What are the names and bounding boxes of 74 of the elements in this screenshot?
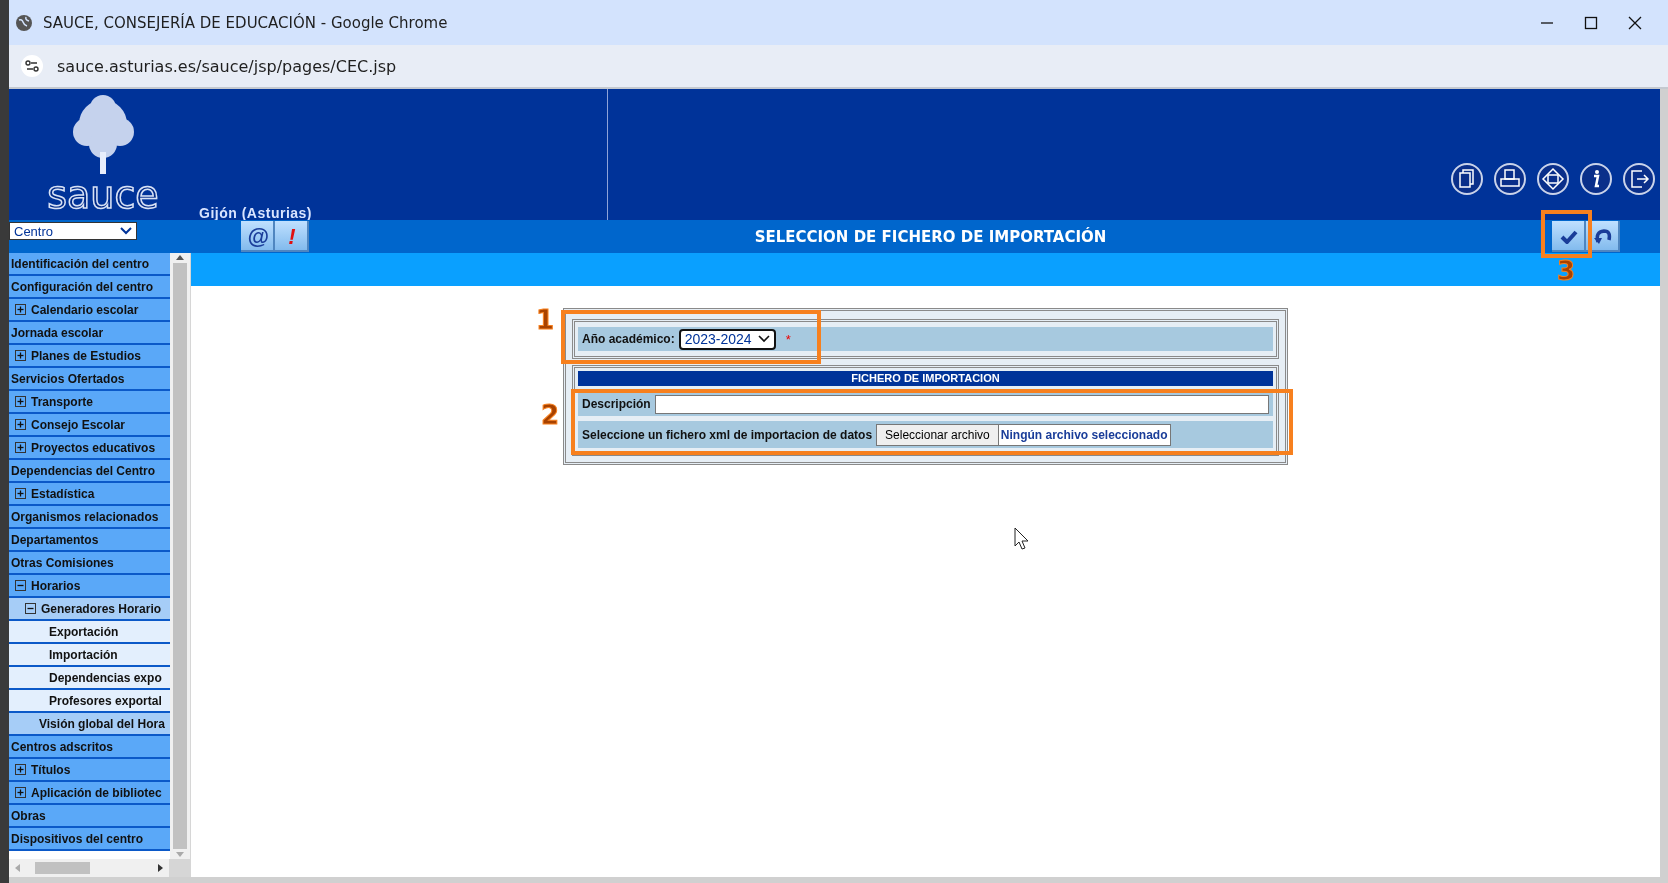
documents-icon[interactable] — [1450, 162, 1484, 196]
sidebar-item[interactable]: Generadores Horario — [9, 598, 170, 621]
required-mark: * — [785, 331, 791, 347]
expand-icon[interactable] — [15, 488, 26, 499]
sidebar-item[interactable]: Calendario escolar — [9, 299, 170, 322]
window-title: SAUCE, CONSEJERÍA DE EDUCACIÓN - Google Chrome — [43, 13, 449, 32]
sidebar-item[interactable]: Otras Comisiones — [9, 552, 170, 575]
print-icon[interactable] — [1493, 162, 1527, 196]
sidebar-item[interactable]: Exportación — [9, 621, 170, 644]
sidebar-item[interactable]: Horarios — [9, 575, 170, 598]
logo: sauce — [47, 176, 159, 214]
sidebar-item[interactable]: Transporte — [9, 391, 170, 414]
cursor-icon — [1014, 527, 1030, 551]
sidebar-item[interactable]: Importación — [9, 644, 170, 667]
site-settings-icon[interactable] — [21, 55, 43, 77]
sidebar-item[interactable]: Dependencias expo — [9, 667, 170, 690]
sidebar-item[interactable]: Títulos — [9, 759, 170, 782]
scrollbar[interactable] — [170, 253, 190, 859]
horizontal-scrollbar[interactable] — [9, 859, 169, 877]
sidebar-item[interactable]: Centros adscritos — [9, 736, 170, 759]
section-title: FICHERO DE IMPORTACION — [578, 371, 1273, 386]
chevron-icon — [757, 335, 770, 343]
field-label: Año académico: — [582, 332, 675, 346]
annotation-box — [1541, 210, 1592, 258]
sidebar-item[interactable]: Estadística — [9, 483, 170, 506]
page-title: SELECCION DE FICHERO DE IMPORTACIÓN — [753, 227, 1108, 246]
maximize-icon[interactable] — [1584, 15, 1598, 30]
sidebar-item[interactable]: Obras — [9, 805, 170, 828]
sidebar-item[interactable]: Identificación del centro — [9, 253, 170, 276]
sidebar-item[interactable]: Departamentos — [9, 529, 170, 552]
section-select[interactable]: Centro — [9, 222, 137, 240]
sidebar-item[interactable]: Dispositivos del centro — [9, 828, 170, 851]
expand-icon[interactable] — [15, 442, 26, 453]
check-icon — [1560, 229, 1578, 244]
year-select[interactable]: 2023-2024 — [678, 328, 776, 350]
exit-icon[interactable] — [1622, 162, 1656, 196]
expand-icon[interactable] — [15, 350, 26, 361]
sidebar-item[interactable]: Consejo Escolar — [9, 414, 170, 437]
sidebar-item[interactable]: Aplicación de bibliotec — [9, 782, 170, 805]
undo-icon — [1593, 227, 1613, 246]
collapse-icon[interactable] — [25, 603, 36, 614]
annotation-number: 1 — [536, 305, 555, 335]
description-field[interactable] — [654, 394, 1269, 414]
file-status: Ningún archivo seleccionado — [998, 423, 1171, 446]
collapse-icon[interactable] — [15, 580, 26, 591]
chevron-icon — [120, 227, 132, 235]
sidebar-item[interactable]: Dependencias del Centro — [9, 460, 170, 483]
sidebar-item[interactable]: Jornada escolar — [9, 322, 170, 345]
move-icon[interactable] — [1536, 162, 1570, 196]
globe-icon — [15, 13, 33, 32]
sidebar-item[interactable]: Planes de Estudios — [9, 345, 170, 368]
annotation-number: 2 — [541, 400, 560, 430]
expand-icon[interactable] — [15, 419, 26, 430]
close-icon[interactable] — [1628, 15, 1642, 30]
location-text: Gijón (Asturias) — [198, 205, 312, 221]
choose-file-button[interactable]: Seleccionar archivo — [876, 423, 999, 446]
sidebar-item[interactable]: Configuración del centro — [9, 276, 170, 299]
expand-icon[interactable] — [15, 764, 26, 775]
sidebar-item[interactable]: Profesores exportal — [9, 690, 170, 713]
field-label: Seleccione un fichero xml de importacion de datos — [582, 427, 873, 442]
address-field[interactable]: sauce.asturias.es/sauce/jsp/pages/CEC.jsp — [57, 56, 397, 76]
scroll-right-icon[interactable] — [157, 863, 165, 873]
field-label: Descripción — [582, 397, 651, 411]
sidebar-item[interactable]: Organismos relacionados — [9, 506, 170, 529]
expand-icon[interactable] — [15, 787, 26, 798]
expand-icon[interactable] — [15, 396, 26, 407]
annotation-number: 3 — [1557, 256, 1576, 286]
accept-button[interactable] — [1552, 221, 1586, 252]
info-icon[interactable] — [1579, 162, 1613, 196]
email-button[interactable]: @ — [241, 221, 275, 252]
sidebar-item[interactable]: Visión global del Hora — [9, 713, 170, 736]
sidebar-item[interactable]: Proyectos educativos — [9, 437, 170, 460]
expand-icon[interactable] — [15, 304, 26, 315]
sidebar-item[interactable]: Servicios Ofertados — [9, 368, 170, 391]
